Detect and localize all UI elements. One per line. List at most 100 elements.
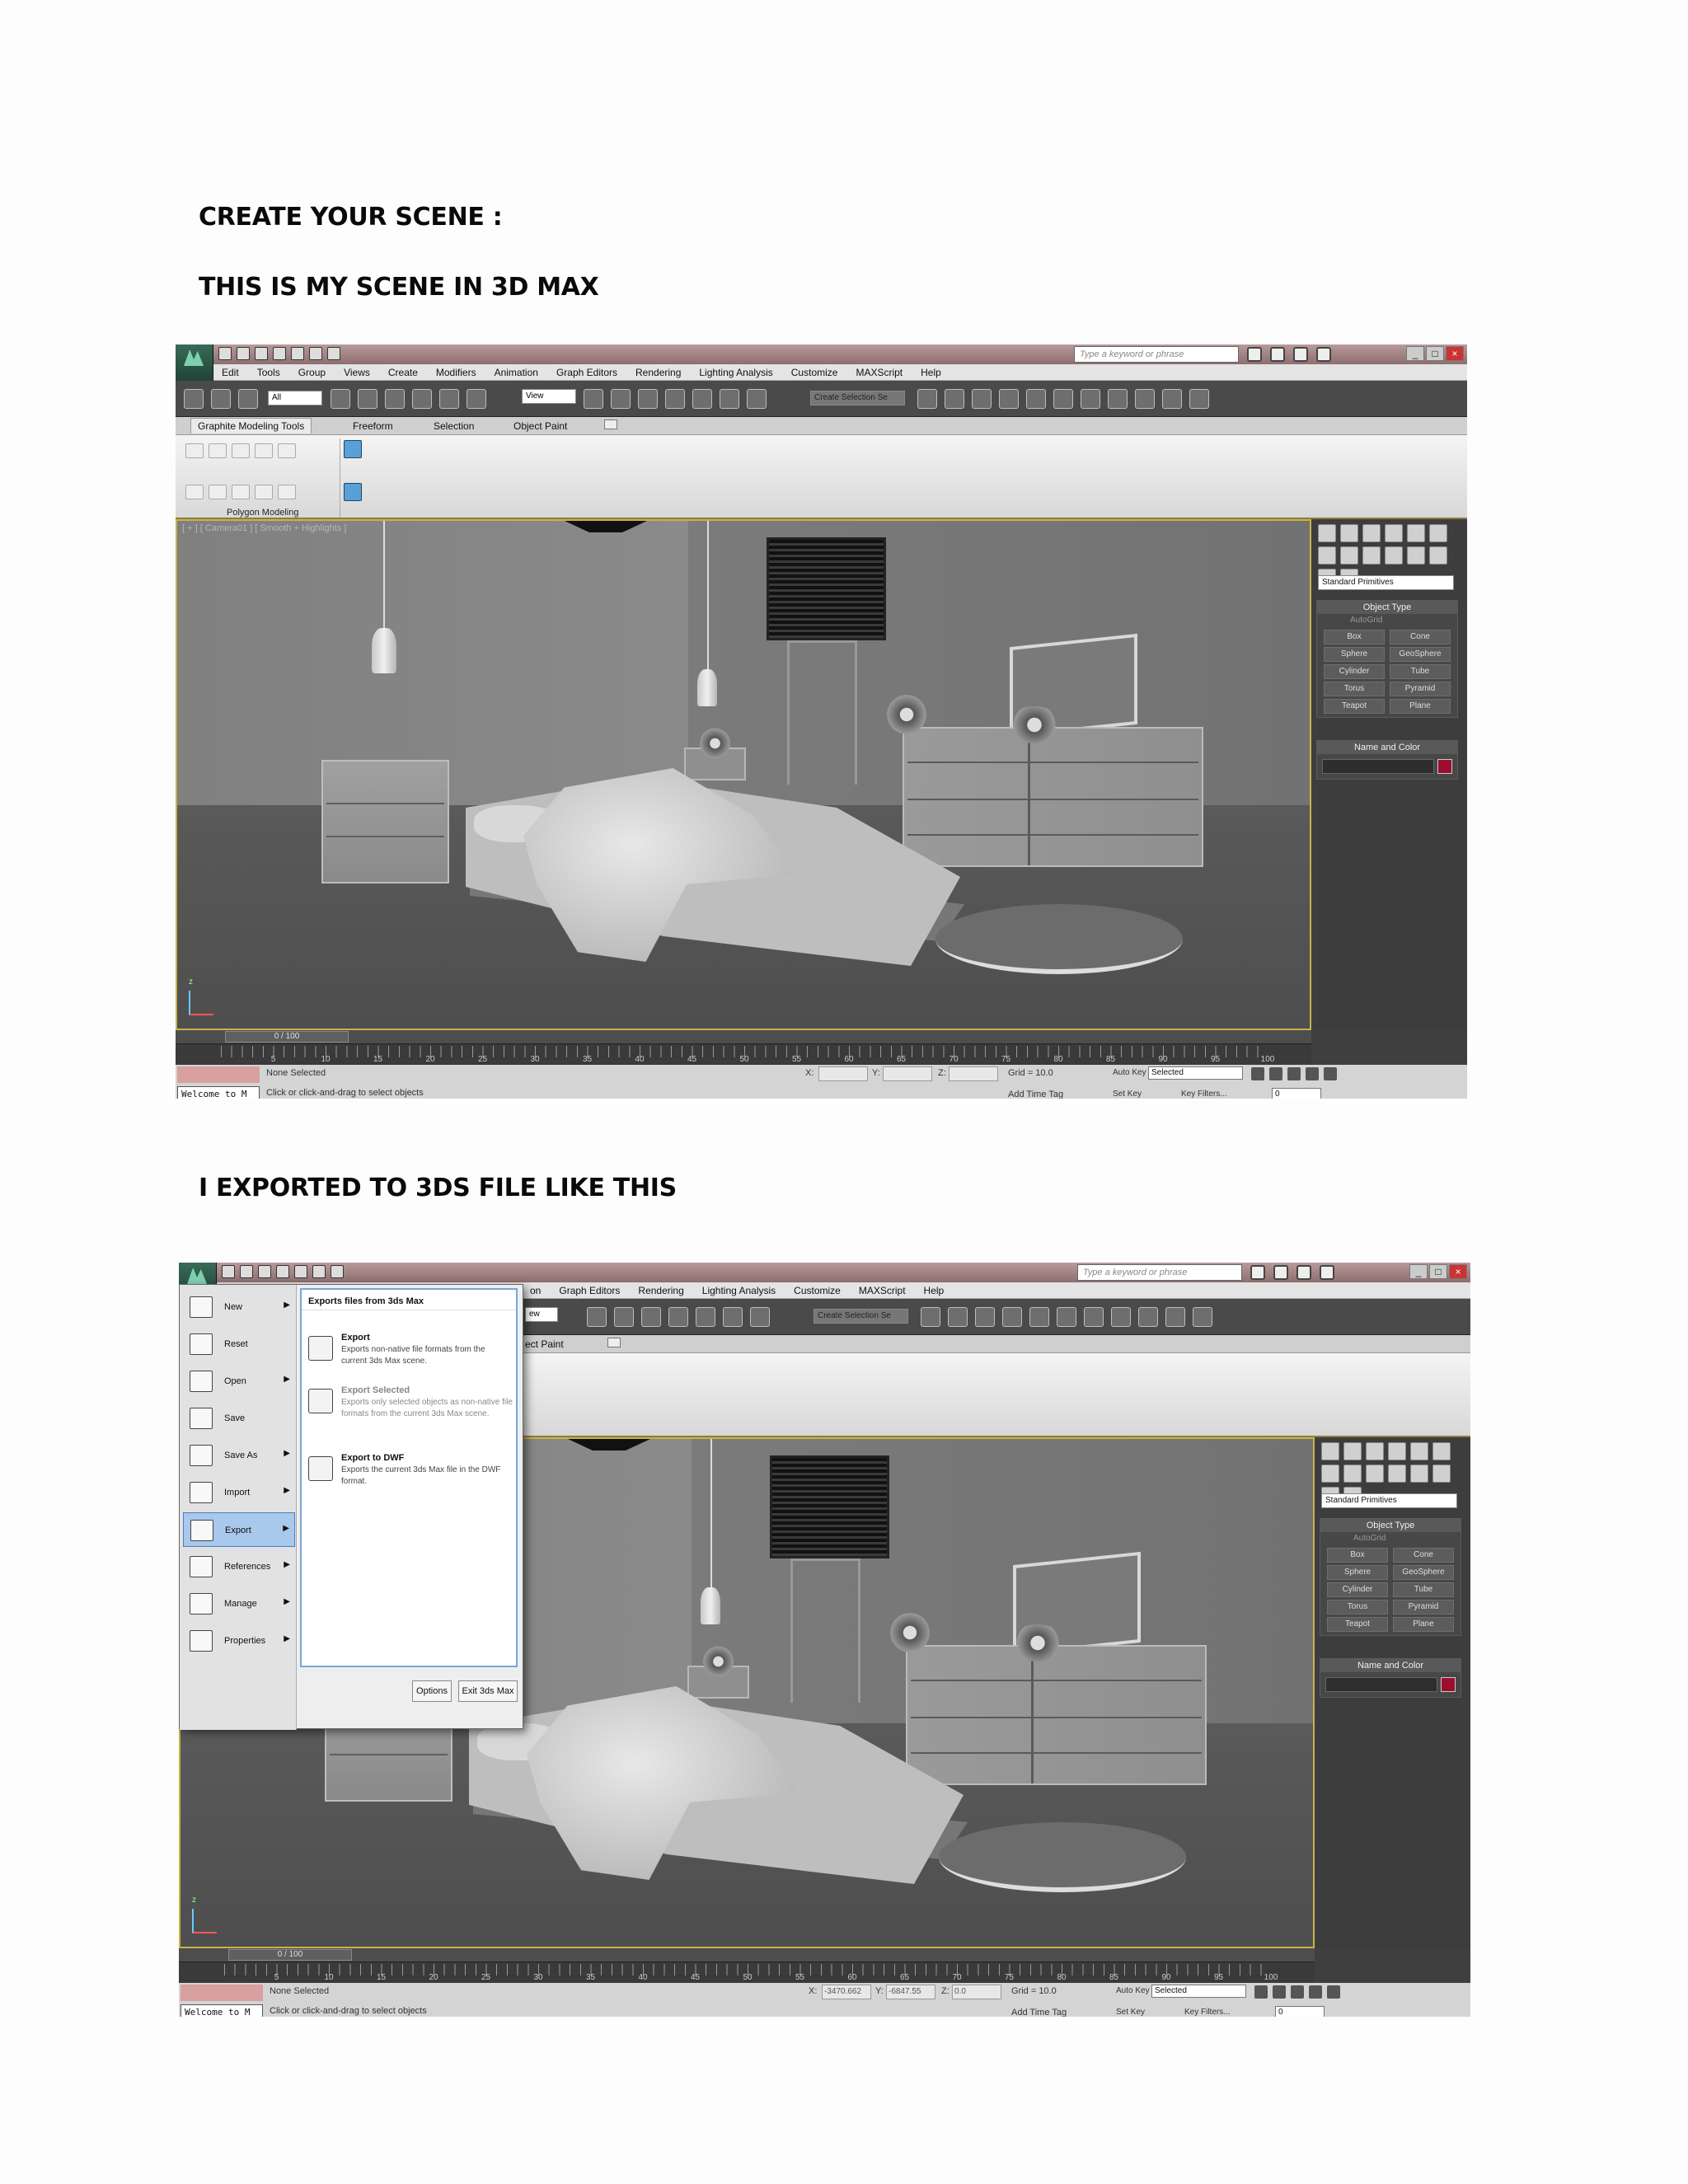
maxscript-input[interactable]: Welcome to M: [181, 2004, 263, 2017]
menu-customize[interactable]: Customize: [791, 367, 838, 378]
menu-rendering[interactable]: Rendering: [635, 367, 681, 378]
geosphere-button[interactable]: GeoSphere: [1390, 647, 1451, 662]
maximize-icon[interactable]: □: [1426, 346, 1444, 361]
object-name-input[interactable]: [1322, 759, 1434, 774]
auto-key-button[interactable]: Auto Key: [1116, 1986, 1150, 1995]
search-input[interactable]: Type a keyword or phrase: [1077, 1264, 1242, 1281]
infocenter-icons[interactable]: [1250, 1265, 1334, 1280]
current-frame-field[interactable]: 0: [1272, 1088, 1321, 1099]
app-menu-item-import[interactable]: Import ▶: [183, 1475, 295, 1510]
track-bar[interactable]: 5 10 15 20 25 30 35 40 45 50 55 60 65 70 75 80 85 90 95 100: [179, 1961, 1315, 1983]
menu-animation[interactable]: Animation: [495, 367, 538, 378]
menu-graph-editors[interactable]: Graph Editors: [556, 367, 617, 378]
toolbar-render-tools[interactable]: [917, 389, 1209, 409]
toolbar-snap-tools[interactable]: [584, 389, 767, 409]
export-dwf-entry[interactable]: Export to DWF Exports the current 3ds Ma…: [308, 1453, 514, 1502]
teapot-button[interactable]: Teapot: [1327, 1617, 1388, 1632]
plane-button[interactable]: Plane: [1390, 699, 1451, 714]
app-menu-item-save[interactable]: Save: [183, 1401, 295, 1436]
menu-lighting-analysis[interactable]: Lighting Analysis: [702, 1285, 776, 1296]
time-slider[interactable]: 0 / 100: [225, 1031, 349, 1043]
tube-button[interactable]: Tube: [1390, 664, 1451, 679]
x-coord-field[interactable]: [818, 1066, 868, 1081]
ribbon-blue-icon-2[interactable]: [344, 483, 362, 501]
tab-selection[interactable]: Selection: [434, 420, 474, 432]
key-filters-button[interactable]: Key Filters...: [1181, 1090, 1227, 1099]
quick-access-toolbar[interactable]: [222, 1265, 344, 1278]
teapot-button[interactable]: Teapot: [1324, 699, 1385, 714]
set-key-button[interactable]: Set Key: [1113, 1090, 1142, 1099]
cone-button[interactable]: Cone: [1390, 630, 1451, 644]
menu-tools[interactable]: Tools: [257, 367, 280, 378]
menu-views[interactable]: Views: [344, 367, 370, 378]
viewport-label[interactable]: [ + ] [ Camera01 ] [ Smooth + Highlights…: [182, 523, 346, 533]
export-entry[interactable]: Export Exports non-native file formats f…: [308, 1333, 514, 1382]
tab-graphite-modeling-tools[interactable]: Graphite Modeling Tools: [190, 418, 312, 434]
app-menu-item-export[interactable]: Export ▶: [183, 1512, 295, 1547]
object-name-input[interactable]: [1325, 1677, 1437, 1692]
ribbon-blue-icon[interactable]: [344, 440, 362, 458]
ribbon-options-icon[interactable]: [607, 1338, 621, 1347]
menu-modifiers[interactable]: Modifiers: [436, 367, 476, 378]
menu-partial[interactable]: on: [530, 1285, 541, 1296]
z-coord-field[interactable]: [949, 1066, 998, 1081]
app-menu-item-references[interactable]: References ▶: [183, 1549, 295, 1584]
app-menu-item-save-as[interactable]: Save As ▶: [183, 1438, 295, 1473]
menu-rendering[interactable]: Rendering: [638, 1285, 683, 1296]
tab-object-paint[interactable]: ect Paint: [525, 1338, 564, 1350]
sphere-button[interactable]: Sphere: [1327, 1565, 1388, 1580]
window-controls[interactable]: _ □ ×: [1409, 1264, 1467, 1279]
key-filters-button[interactable]: Key Filters...: [1184, 2008, 1231, 2017]
color-swatch[interactable]: [1437, 759, 1452, 774]
menu-graph-editors[interactable]: Graph Editors: [559, 1285, 620, 1296]
tab-freeform[interactable]: Freeform: [353, 420, 393, 432]
auto-key-button[interactable]: Auto Key: [1113, 1068, 1146, 1077]
named-selection-dropdown[interactable]: Create Selection Se: [814, 1309, 908, 1324]
box-button[interactable]: Box: [1324, 630, 1385, 644]
add-time-tag[interactable]: Add Time Tag: [1008, 1090, 1063, 1099]
name-color-title[interactable]: Name and Color: [1317, 741, 1457, 754]
camera-viewport[interactable]: [ + ] [ Camera01 ] [ Smooth + Highlights…: [176, 519, 1311, 1030]
y-coord-field[interactable]: [883, 1066, 932, 1081]
app-menu-item-manage[interactable]: Manage ▶: [183, 1586, 295, 1621]
maximize-icon[interactable]: □: [1429, 1264, 1447, 1279]
menu-create[interactable]: Create: [388, 367, 418, 378]
key-mode-dropdown[interactable]: Selected: [1151, 1985, 1246, 1998]
y-coord-field[interactable]: -6847.55: [886, 1985, 935, 1999]
z-coord-field[interactable]: 0.0: [952, 1985, 1001, 1999]
exit-3ds-max-button[interactable]: Exit 3ds Max: [458, 1680, 518, 1702]
named-selection-dropdown[interactable]: Create Selection Se: [810, 391, 905, 405]
menu-help[interactable]: Help: [924, 1285, 945, 1296]
pyramid-button[interactable]: Pyramid: [1390, 682, 1451, 696]
torus-button[interactable]: Torus: [1327, 1600, 1388, 1615]
maxscript-listener[interactable]: [177, 1066, 260, 1083]
tube-button[interactable]: Tube: [1393, 1582, 1454, 1597]
toolbar-tools[interactable]: [184, 389, 258, 409]
menu-group[interactable]: Group: [298, 367, 326, 378]
toolbar-render-tools[interactable]: [921, 1307, 1212, 1327]
time-slider[interactable]: 0 / 100: [228, 1949, 352, 1961]
reference-coordinate-dropdown[interactable]: ew: [525, 1307, 558, 1322]
geosphere-button[interactable]: GeoSphere: [1393, 1565, 1454, 1580]
reference-coordinate-dropdown[interactable]: View: [522, 389, 576, 404]
export-selected-entry[interactable]: Export Selected Exports only selected ob…: [308, 1385, 514, 1443]
app-menu-item-new[interactable]: New ▶: [183, 1290, 295, 1324]
menu-maxscript[interactable]: MAXScript: [859, 1285, 906, 1296]
name-color-title[interactable]: Name and Color: [1320, 1659, 1461, 1672]
pyramid-button[interactable]: Pyramid: [1393, 1600, 1454, 1615]
key-mode-dropdown[interactable]: Selected: [1148, 1066, 1243, 1080]
set-key-button[interactable]: Set Key: [1116, 2008, 1145, 2017]
sphere-button[interactable]: Sphere: [1324, 647, 1385, 662]
menu-edit[interactable]: Edit: [222, 367, 239, 378]
menu-lighting-analysis[interactable]: Lighting Analysis: [699, 367, 772, 378]
add-time-tag[interactable]: Add Time Tag: [1011, 2008, 1067, 2017]
app-logo-icon[interactable]: [176, 344, 213, 381]
selection-filter-dropdown[interactable]: All: [268, 391, 322, 405]
color-swatch[interactable]: [1441, 1677, 1456, 1692]
polygon-modeling-label[interactable]: Polygon Modeling: [227, 508, 298, 518]
torus-button[interactable]: Torus: [1324, 682, 1385, 696]
window-controls[interactable]: _ □ ×: [1406, 346, 1464, 361]
minimize-icon[interactable]: _: [1409, 1264, 1428, 1279]
object-type-title[interactable]: Object Type: [1320, 1519, 1461, 1532]
search-input[interactable]: Type a keyword or phrase: [1074, 346, 1239, 363]
